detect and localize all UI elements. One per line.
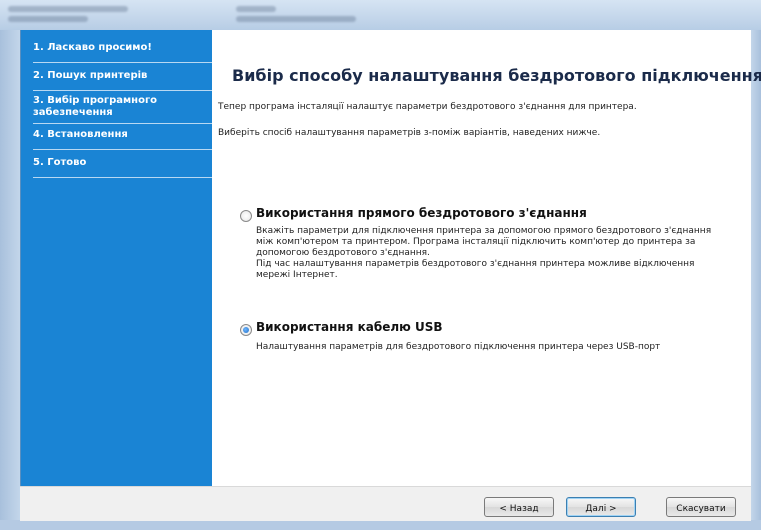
title-bar-blurred-text-3: [236, 6, 276, 12]
step-divider: [33, 149, 213, 150]
installer-window: 1. Ласкаво просимо! 2. Пошук принтерів 3…: [0, 0, 761, 530]
window-frame-left: [0, 30, 20, 530]
description-line: між комп'ютером та принтером. Програма і…: [256, 237, 696, 247]
option-wifi-direct-label[interactable]: Використання прямого бездротового з'єдна…: [256, 206, 587, 220]
step-welcome: 1. Ласкаво просимо!: [33, 42, 152, 53]
main-content: Вибір способу налаштування бездротового …: [212, 30, 761, 486]
title-bar-blurred-text: [8, 6, 128, 12]
option-usb-cable-description: Налаштування параметрів для бездротового…: [256, 342, 726, 353]
option-wifi-direct-description: Вкажіть параметри для підключення принте…: [256, 226, 726, 281]
next-button[interactable]: Далі >: [566, 497, 636, 517]
window-frame-right: [751, 30, 761, 530]
title-bar-blurred-text-2: [8, 16, 88, 22]
page-title: Вибір способу налаштування бездротового …: [232, 66, 761, 85]
description-line: допомогою бездротового з'єднання.: [256, 248, 430, 258]
step-divider: [33, 177, 213, 178]
step-divider: [33, 123, 213, 124]
cancel-button[interactable]: Скасувати: [666, 497, 736, 517]
step-divider: [33, 62, 213, 63]
steps-sidebar: 1. Ласкаво просимо! 2. Пошук принтерів 3…: [20, 30, 213, 486]
window-frame-bottom: [0, 520, 761, 530]
description-line: Вкажіть параметри для підключення принте…: [256, 226, 712, 236]
title-bar: [0, 0, 761, 30]
step-software-selection: 3. Вибір програмного забезпечення: [33, 95, 158, 118]
button-bar: < Назад Далі > Скасувати: [20, 486, 751, 521]
step-installation: 4. Встановлення: [33, 129, 128, 140]
description-line: Налаштування параметрів для бездротового…: [256, 342, 661, 352]
description-line: Під час налаштування параметрів бездрото…: [256, 259, 695, 269]
radio-usb-cable[interactable]: [240, 324, 252, 336]
step-printer-search: 2. Пошук принтерів: [33, 70, 148, 81]
option-usb-cable-label[interactable]: Використання кабелю USB: [256, 320, 443, 334]
title-bar-blurred-text-4: [236, 16, 356, 22]
intro-text-1: Тепер програма інсталяції налаштує парам…: [218, 102, 637, 112]
step-done: 5. Готово: [33, 157, 87, 168]
step-divider: [33, 90, 213, 91]
intro-text-2: Виберіть спосіб налаштування параметрів …: [218, 128, 601, 138]
radio-wifi-direct[interactable]: [240, 210, 252, 222]
back-button[interactable]: < Назад: [484, 497, 554, 517]
description-line: мережі Інтернет.: [256, 270, 338, 280]
